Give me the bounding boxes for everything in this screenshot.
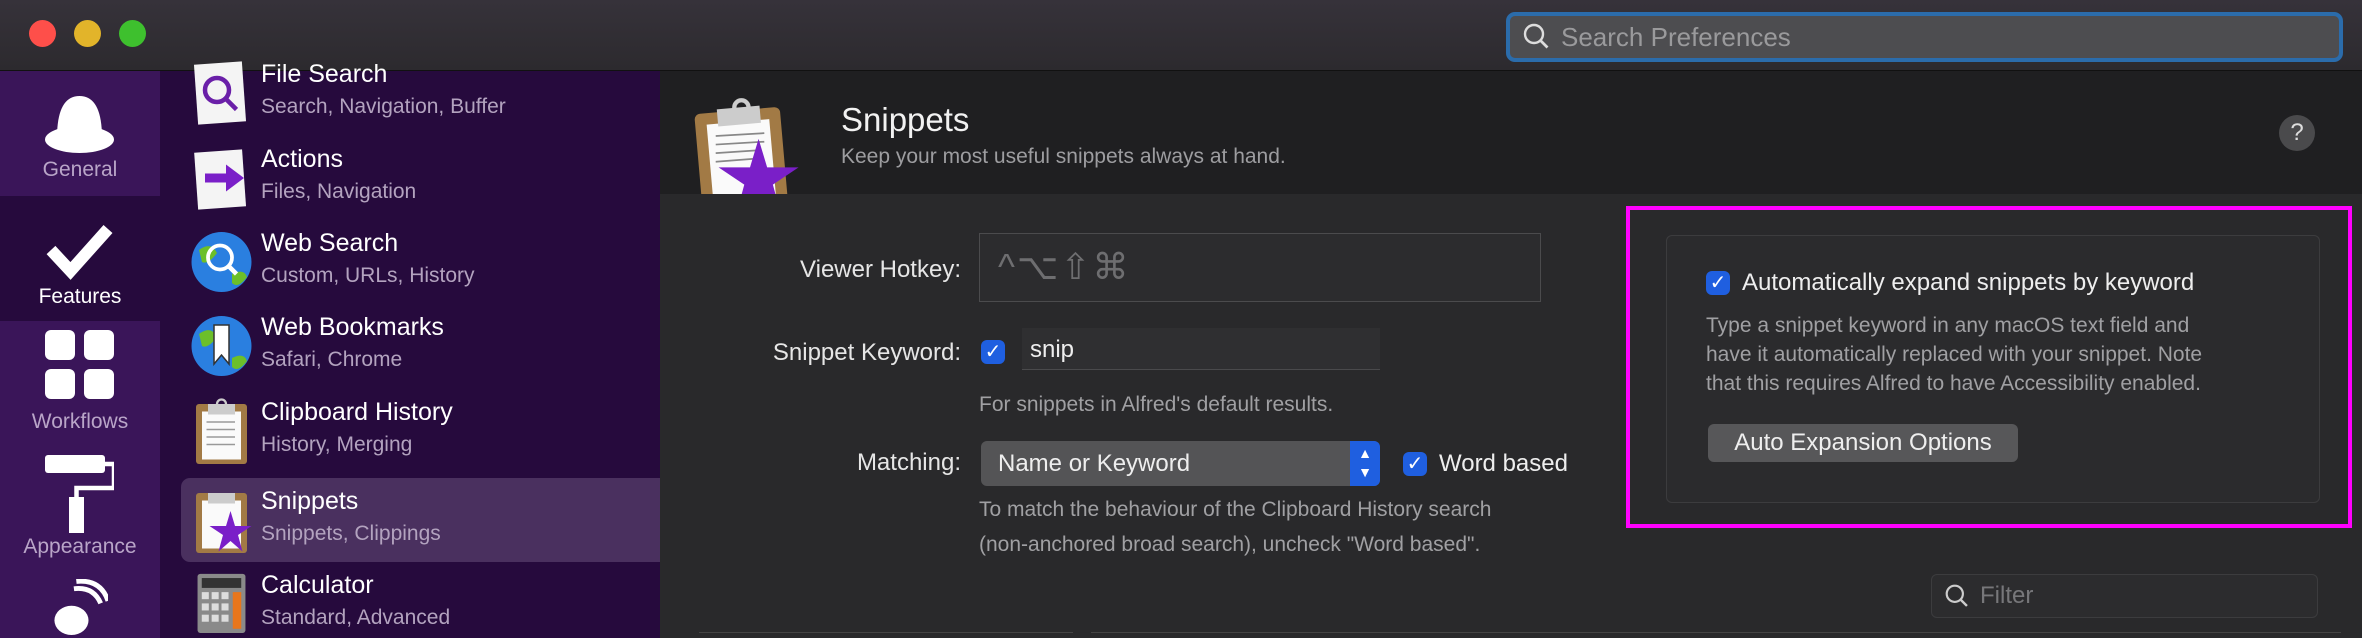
search-placeholder: Search Preferences [1561,21,1791,52]
feature-item-actions[interactable]: Actions Files, Navigation [181,136,660,220]
feature-title: File Search [261,60,388,88]
feature-subtitle: Files, Navigation [261,180,417,203]
viewer-hotkey-label: Viewer Hotkey: [800,256,961,283]
rail-label: Workflows [31,410,129,433]
rail-item-workflows[interactable]: Workflows [0,321,160,446]
remote-icon [54,579,108,635]
rail-item-remote[interactable] [0,571,160,638]
features-list: File Search Search, Navigation, Buffer A… [160,60,660,638]
feature-item-clipboard-history[interactable]: Clipboard History History, Merging [181,389,660,473]
feature-title: Web Search [261,229,399,257]
rail-label: Features [38,285,122,308]
feature-item-web-search[interactable]: Web Search Custom, URLs, History [181,220,660,304]
feature-item-calculator[interactable]: Calculator Standard, Advanced [181,562,660,638]
feature-subtitle: Custom, URLs, History [261,264,475,287]
table-edge-right [1091,632,2341,636]
settings-panel: Viewer Hotkey: ^⌥⇧⌘ Snippet Keyword: ✓ s… [660,194,2362,638]
auto-expand-desc-2: have it automatically replaced with your… [1706,343,2203,366]
category-rail: General Features Workflows Appearance [0,71,160,638]
feature-title: Actions [261,145,343,173]
help-button[interactable]: ? [2279,115,2315,151]
rail-item-appearance[interactable]: Appearance [0,446,160,571]
rail-label: General [42,158,118,181]
feature-item-file-search[interactable]: File Search Search, Navigation, Buffer [181,51,660,135]
feature-item-snippets[interactable]: Snippets Snippets, Clippings [181,478,660,562]
feature-subtitle: Safari, Chrome [261,348,403,371]
matching-hint-line-1: To match the behaviour of the Clipboard … [979,498,1492,521]
viewer-hotkey-field[interactable]: ^⌥⇧⌘ [979,233,1541,302]
close-button[interactable] [29,20,56,47]
snippet-keyword-checkbox[interactable]: ✓ [981,340,1005,364]
feature-title: Web Bookmarks [261,313,444,341]
file-search-icon [193,61,247,125]
word-based-label: Word based [1439,450,1568,477]
globe-bookmark-icon [191,316,252,376]
snippets-icon [196,493,252,553]
feature-title: Calculator [261,571,374,599]
rail-item-general[interactable]: General [0,69,160,194]
table-edge-left [699,632,1073,636]
search-icon [1523,23,1549,49]
feature-header: Snippets Keep your most useful snippets … [660,71,2362,194]
auto-expand-desc-3: that this requires Alfred to have Access… [1706,372,2201,395]
bowler-hat-icon [45,96,114,153]
rail-label: Appearance [23,535,137,558]
filter-input[interactable]: Filter [1931,574,2318,618]
alfred-preferences-window: Search Preferences General Features Work… [0,0,2362,638]
auto-expand-desc-1: Type a snippet keyword in any macOS text… [1706,314,2190,337]
auto-expansion-options-button[interactable]: Auto Expansion Options [1708,424,2018,462]
calculator-icon [197,573,246,633]
chevron-updown-icon: ▲ ▼ [1350,441,1380,486]
snippet-keyword-label: Snippet Keyword: [772,339,961,366]
auto-expand-checkbox[interactable]: ✓ [1706,271,1730,295]
auto-expand-label: Automatically expand snippets by keyword [1742,269,2195,296]
rail-item-features[interactable]: Features [0,196,160,321]
matching-label: Matching: [856,449,961,476]
grid-icon [45,330,114,399]
feature-subtitle: Search, Navigation, Buffer [261,95,506,118]
page-subtitle: Keep your most useful snippets always at… [841,145,1286,168]
paint-roller-icon [45,455,114,533]
word-based-checkbox[interactable]: ✓ [1403,452,1427,476]
feature-title: Clipboard History [261,398,453,426]
auto-expand-group: ✓ Automatically expand snippets by keywo… [1666,235,2320,503]
zoom-button[interactable] [119,20,146,47]
globe-search-icon [191,232,252,292]
search-icon [1945,584,1968,607]
clipboard-icon [196,398,247,464]
feature-title: Snippets [261,487,359,515]
matching-select[interactable]: Name or Keyword ▲ ▼ [981,441,1380,486]
matching-hint-line-2: (non-anchored broad search), uncheck "Wo… [979,533,1481,556]
matching-select-value: Name or Keyword [998,450,1191,477]
keyword-hint: For snippets in Alfred's default results… [979,393,1334,416]
actions-icon [194,149,247,210]
feature-subtitle: Standard, Advanced [261,606,451,629]
minimize-button[interactable] [74,20,101,47]
search-preferences-input[interactable]: Search Preferences [1506,12,2343,62]
filter-placeholder: Filter [1980,582,2034,609]
checkmark-icon [46,225,113,280]
feature-subtitle: Snippets, Clippings [261,522,441,545]
page-title: Snippets [841,101,970,138]
snippet-keyword-input[interactable]: snip [1022,328,1380,370]
feature-item-web-bookmarks[interactable]: Web Bookmarks Safari, Chrome [181,304,660,388]
feature-subtitle: History, Merging [261,433,413,456]
